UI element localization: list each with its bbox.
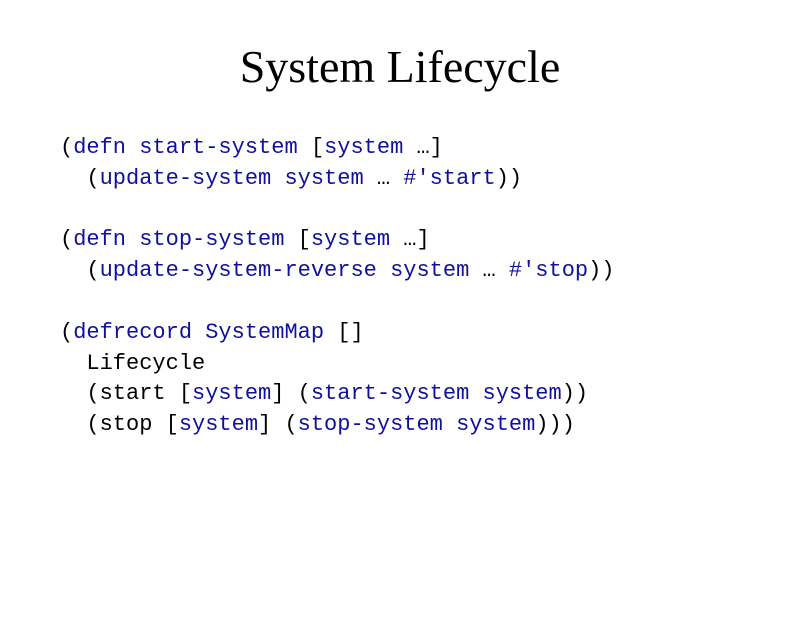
code-token: start-system xyxy=(139,135,297,160)
code-token: )) xyxy=(588,258,614,283)
code-token: ( xyxy=(60,412,100,437)
code-line: (start [system] (start-system system)) xyxy=(60,379,740,410)
code-token: system xyxy=(456,412,535,437)
code-token: defn xyxy=(73,227,126,252)
slide-title: System Lifecycle xyxy=(60,40,740,93)
code-token: [ xyxy=(166,381,192,406)
code-token xyxy=(469,381,482,406)
code-token: [ xyxy=(284,227,310,252)
code-token: [ xyxy=(152,412,178,437)
code-token: start xyxy=(100,381,166,406)
code-token: #'start xyxy=(403,166,495,191)
code-line: (defn start-system [system …] xyxy=(60,133,740,164)
code-line: (stop [system] (stop-system system))) xyxy=(60,410,740,441)
code-token xyxy=(126,227,139,252)
code-token: system xyxy=(390,258,469,283)
code-token xyxy=(60,197,73,222)
code-token xyxy=(271,166,284,191)
code-token xyxy=(60,289,73,314)
code-token xyxy=(192,320,205,345)
code-line: (defn stop-system [system …] xyxy=(60,225,740,256)
code-token: update-system-reverse xyxy=(100,258,377,283)
code-line xyxy=(60,195,740,226)
code-token: … xyxy=(469,258,509,283)
code-token: …] xyxy=(403,135,443,160)
code-token: ] ( xyxy=(271,381,311,406)
code-token xyxy=(126,135,139,160)
code-line: (update-system-reverse system … #'stop)) xyxy=(60,256,740,287)
code-token: system xyxy=(284,166,363,191)
code-line: Lifecycle xyxy=(60,349,740,380)
code-token: update-system xyxy=(100,166,272,191)
code-token: [] xyxy=(324,320,364,345)
code-token: defrecord xyxy=(73,320,192,345)
code-token: SystemMap xyxy=(205,320,324,345)
code-token: )) xyxy=(562,381,588,406)
code-token: system xyxy=(311,227,390,252)
code-token: start-system xyxy=(311,381,469,406)
code-token: system xyxy=(179,412,258,437)
code-token: stop-system xyxy=(139,227,284,252)
code-line: (defrecord SystemMap [] xyxy=(60,318,740,349)
code-block: (defn start-system [system …] (update-sy… xyxy=(60,133,740,441)
code-token: stop-system xyxy=(298,412,443,437)
code-token: system xyxy=(192,381,271,406)
code-token: system xyxy=(324,135,403,160)
code-token: ( xyxy=(60,258,100,283)
code-token xyxy=(377,258,390,283)
code-token: ( xyxy=(60,135,73,160)
code-token: stop xyxy=(100,412,153,437)
code-token: … xyxy=(364,166,404,191)
code-token: )) xyxy=(496,166,522,191)
code-token: ( xyxy=(60,381,100,406)
code-line: (update-system system … #'start)) xyxy=(60,164,740,195)
code-token: Lifecycle xyxy=(60,351,205,376)
code-token: …] xyxy=(390,227,430,252)
code-line xyxy=(60,287,740,318)
code-token: system xyxy=(483,381,562,406)
code-token: ( xyxy=(60,227,73,252)
code-token: #'stop xyxy=(509,258,588,283)
code-token: ( xyxy=(60,166,100,191)
code-token: defn xyxy=(73,135,126,160)
code-token: [ xyxy=(298,135,324,160)
code-token: ( xyxy=(60,320,73,345)
code-token: ))) xyxy=(535,412,575,437)
code-token: ] ( xyxy=(258,412,298,437)
code-token xyxy=(443,412,456,437)
